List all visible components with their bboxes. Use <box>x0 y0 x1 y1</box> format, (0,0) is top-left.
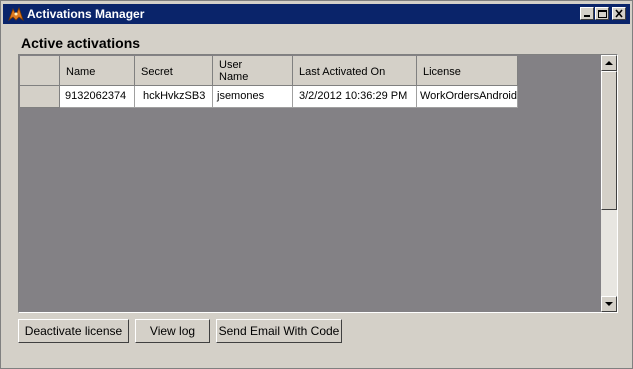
column-header-label: Secret <box>141 66 173 78</box>
scroll-down-button[interactable] <box>601 296 617 312</box>
minimize-button[interactable] <box>580 7 594 20</box>
activations-manager-window: Activations Manager Active activations N… <box>0 0 633 369</box>
app-icon <box>8 6 24 22</box>
minimize-icon <box>584 15 590 17</box>
column-header-label: License <box>423 66 461 78</box>
grid-content: Name Secret User Name Last Activated On … <box>20 56 600 309</box>
column-header-label: Name <box>66 66 96 78</box>
view-log-button[interactable]: View log <box>135 319 210 343</box>
arrow-up-icon <box>605 61 613 65</box>
column-header-secret[interactable]: Secret <box>135 56 213 86</box>
cell-license[interactable]: WorkOrdersAndroid <box>417 86 518 108</box>
section-label: Active activations <box>21 35 141 51</box>
arrow-down-icon <box>605 302 613 306</box>
close-icon <box>615 9 623 18</box>
scroll-up-button[interactable] <box>601 55 617 71</box>
column-header-label: Last Activated On <box>299 66 386 78</box>
column-header-label: User Name <box>219 59 249 83</box>
window-title: Activations Manager <box>27 7 145 21</box>
close-button[interactable] <box>612 7 626 20</box>
grid-corner-header[interactable] <box>20 56 60 86</box>
column-header-last-activated[interactable]: Last Activated On <box>293 56 417 86</box>
column-header-name[interactable]: Name <box>60 56 135 86</box>
cell-secret[interactable]: hckHvkzSB3 <box>135 86 213 108</box>
cell-text: jsemones <box>217 90 265 102</box>
cell-text: 9132062374 <box>65 90 127 102</box>
cell-last-activated[interactable]: 3/2/2012 10:36:29 PM <box>293 86 417 108</box>
row-header[interactable] <box>20 86 60 108</box>
cell-text: 3/2/2012 10:36:29 PM <box>299 90 408 102</box>
vertical-scrollbar[interactable] <box>601 55 617 312</box>
column-header-user-name[interactable]: User Name <box>213 56 293 86</box>
maximize-icon <box>598 10 607 18</box>
cell-user-name[interactable]: jsemones <box>213 86 293 108</box>
activations-grid[interactable]: Name Secret User Name Last Activated On … <box>18 54 618 313</box>
cell-name[interactable]: 9132062374 <box>60 86 135 108</box>
cell-text: hckHvkzSB3 <box>143 90 206 102</box>
send-email-button[interactable]: Send Email With Code <box>216 319 342 343</box>
maximize-button[interactable] <box>595 7 609 20</box>
cell-text: WorkOrdersAndroid <box>420 90 517 102</box>
deactivate-license-button[interactable]: Deactivate license <box>18 319 129 343</box>
title-bar[interactable]: Activations Manager <box>3 4 630 24</box>
scroll-thumb[interactable] <box>601 71 617 210</box>
column-header-license[interactable]: License <box>417 56 518 86</box>
